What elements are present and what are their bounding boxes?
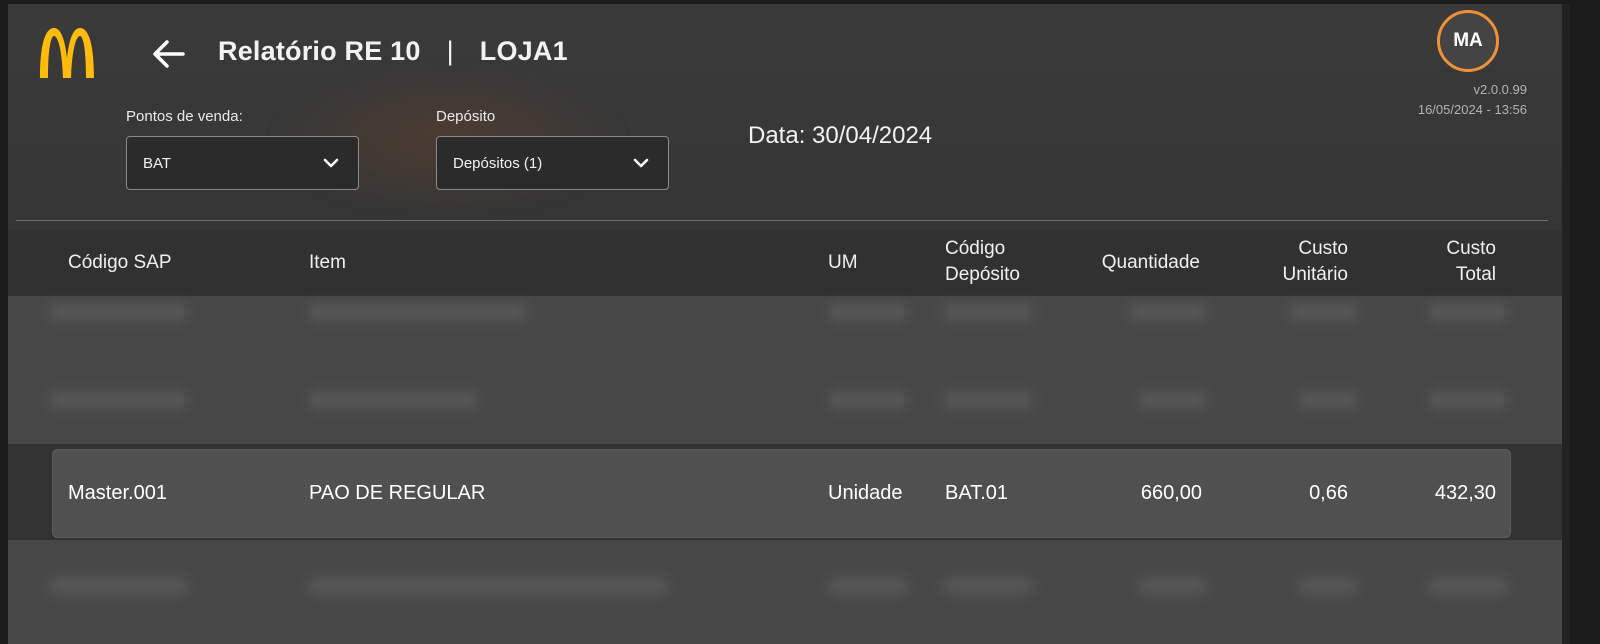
blurred-cell [828,304,908,320]
blurred-cell [1428,578,1508,594]
chevron-down-icon [323,158,339,168]
blurred-cell [943,304,1033,320]
mcdonalds-logo [40,28,94,78]
blurred-cell [1428,304,1508,320]
title-separator: | [446,36,454,66]
blurred-cell [1428,392,1508,408]
blurred-rows-bottom [8,540,1570,644]
cell-codigo-deposito: BAT.01 [945,482,1008,504]
user-avatar[interactable]: MA [1437,10,1499,72]
blurred-cell [1138,578,1208,594]
blurred-cell [828,392,908,408]
pos-label: Pontos de venda: [126,108,243,125]
blurred-cell [943,392,1033,408]
blurred-cell [308,304,528,320]
table-row[interactable]: Master.001 PAO DE REGULAR Unidade BAT.01… [52,449,1511,538]
pos-select[interactable]: BAT [126,136,359,190]
cell-custo-total: 432,30 [1434,482,1496,504]
deposit-select-value: Depósitos (1) [453,154,543,172]
blurred-cell [1138,392,1208,408]
blurred-cell [308,578,668,594]
pos-select-value: BAT [143,154,172,172]
blurred-cell [828,578,908,594]
cell-codigo-sap: Master.001 [68,482,167,504]
back-button[interactable] [148,34,188,74]
blurred-rows-top [8,296,1570,444]
app-version: v2.0.0.99 [1473,82,1528,97]
chevron-down-icon [633,158,649,168]
col-quantidade: Quantidade [1101,252,1200,273]
blurred-cell [1298,392,1358,408]
col-custo-total: Custo Total [1446,238,1496,285]
header-divider [16,220,1548,221]
blurred-cell [308,392,478,408]
cell-item: PAO DE REGULAR [309,482,486,504]
deposit-label: Depósito [436,108,496,125]
store-name: LOJA1 [479,36,568,66]
blurred-cell [1298,578,1358,594]
report-title: Relatório RE 10 [218,36,421,66]
blurred-cell [48,304,188,320]
blurred-cell [1128,304,1208,320]
col-item: Item [309,252,346,273]
blurred-cell [1288,304,1358,320]
cell-um: Unidade [828,482,903,504]
table-header: Código SAP Item UM Código Depósito Quant… [8,230,1570,296]
blurred-cell [48,578,188,594]
page-title: Relatório RE 10 | LOJA1 [218,36,568,67]
cell-custo-unitario: 0,66 [1309,482,1348,504]
report-date: Data: 30/04/2024 [748,122,933,149]
back-arrow-icon [153,40,185,68]
user-initials: MA [1453,30,1483,51]
current-datetime: 16/05/2024 - 13:56 [1417,102,1527,117]
col-codigo-deposito: Código Depósito [945,238,1020,285]
blurred-cell [48,392,188,408]
col-custo-unitario: Custo Unitário [1282,238,1348,285]
blurred-cell [943,578,1033,594]
deposit-select[interactable]: Depósitos (1) [436,136,669,190]
report-screen: Relatório RE 10 | LOJA1 MA v2.0.0.99 16/… [8,4,1570,644]
col-codigo-sap: Código SAP [68,252,172,273]
window-edge [1562,4,1570,644]
cell-quantidade: 660,00 [1140,482,1202,504]
col-um: UM [828,252,858,273]
